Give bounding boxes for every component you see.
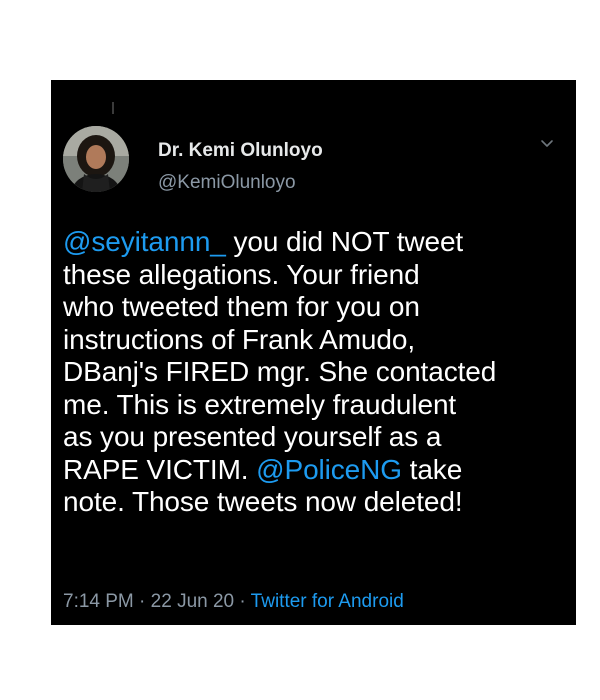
tweet-line: these allegations. Your friend xyxy=(63,258,420,290)
tweet-line: note. Those tweets now deleted! xyxy=(63,486,463,517)
chevron-down-icon[interactable] xyxy=(539,136,555,152)
tweet-metadata: 7:14 PM · 22 Jun 20 · Twitter for Androi… xyxy=(63,591,404,613)
tweet-line: instructions of Frank Amudo, xyxy=(63,323,416,355)
tweet-line: RAPE VICTIM. @PoliceNG take xyxy=(63,454,573,487)
tweet-line-text: you did NOT tweet xyxy=(225,226,464,257)
separator: · xyxy=(234,591,251,612)
tweet-source-link[interactable]: Twitter for Android xyxy=(251,591,404,612)
tweet-card: Dr. Kemi Olunloyo @KemiOlunloyo @seyitan… xyxy=(51,80,576,625)
tweet-line: @seyitannn_ you did NOT tweet xyxy=(63,226,573,259)
avatar[interactable] xyxy=(63,126,129,192)
author-handle[interactable]: @KemiOlunloyo xyxy=(158,172,296,194)
separator: · xyxy=(133,591,151,612)
tweet-line: me. This is extremely fraudulent xyxy=(63,388,457,420)
tweet-time[interactable]: 7:14 PM xyxy=(63,591,134,612)
tweet-line: who tweeted them for you on xyxy=(63,291,420,322)
tweet-text: @seyitannn_ you did NOT tweet these alle… xyxy=(63,226,573,519)
tweet-line-text: RAPE VICTIM. xyxy=(63,453,257,485)
avatar-image xyxy=(63,126,129,192)
author-name[interactable]: Dr. Kemi Olunloyo xyxy=(158,140,323,162)
mention-link[interactable]: @seyitannn_ xyxy=(63,226,226,257)
tweet-line: DBanj's FIRED mgr. She contacted xyxy=(63,356,497,387)
tweet-line: as you presented yourself as a xyxy=(63,421,442,452)
tweet-date[interactable]: 22 Jun 20 xyxy=(151,591,234,612)
thread-connector-line xyxy=(112,102,114,114)
mention-link[interactable]: @PoliceNG xyxy=(256,454,402,485)
tweet-line-text: take xyxy=(401,453,463,485)
